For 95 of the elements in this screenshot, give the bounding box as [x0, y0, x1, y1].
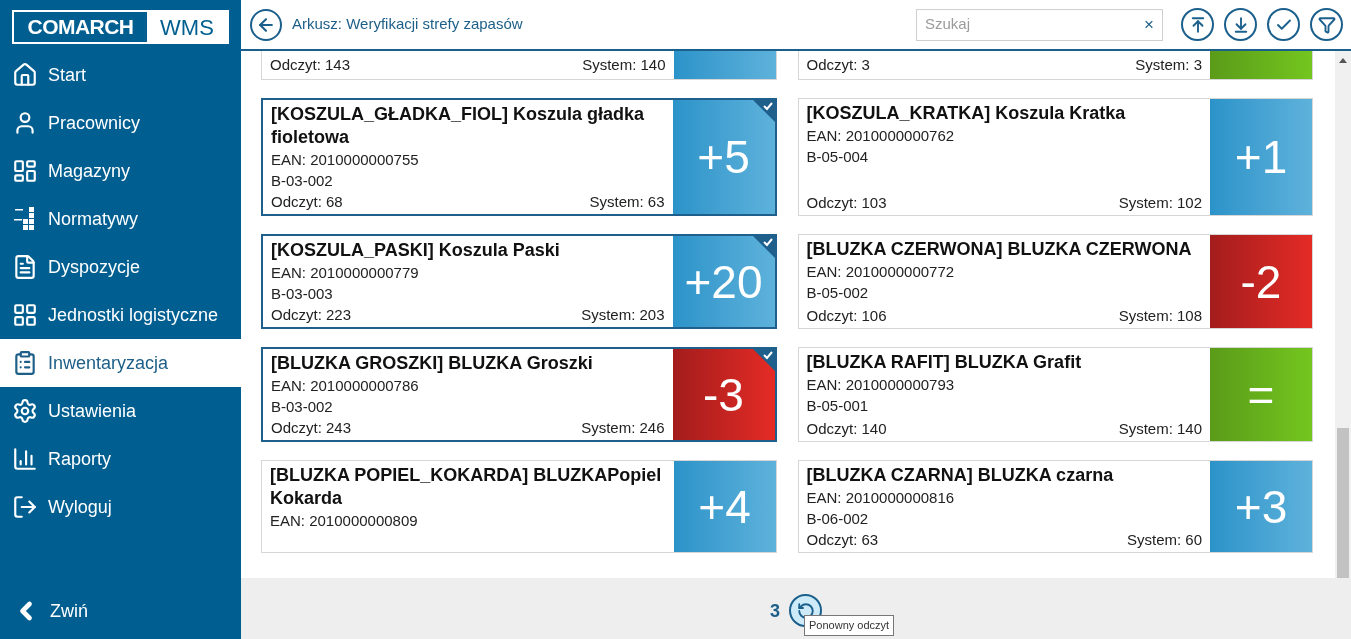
confirm-button[interactable] [1267, 8, 1300, 41]
sidebar-item[interactable]: Raporty [0, 435, 241, 483]
item-title: [BLUZKA CZARNA] BLUZKA czarna [806, 464, 1115, 487]
location-text: B-06-002 [806, 509, 870, 529]
location-text: B-05-002 [806, 283, 870, 303]
reading-text: Odczyt: 243 [271, 418, 352, 438]
ean-text: EAN: 2010000000779 [271, 263, 420, 283]
item-card[interactable]: [BLUZKA CZERWONA] BLUZKA CZERWONA EAN: 2010000000772 B-05-002 Odczyt: 106 System: 108 -2 [797, 234, 1313, 329]
check-corner-icon [752, 349, 775, 371]
count-text: 3 [770, 600, 780, 623]
item-card[interactable]: Odczyt: 3 System: 3 [797, 51, 1313, 80]
sidebar-item[interactable]: Ustawienia [0, 387, 241, 435]
refresh-icon [796, 601, 815, 620]
sidebar-item[interactable]: Normatywy [0, 195, 241, 243]
item-title: [BLUZKA GROSZKI] BLUZKA Groszki [271, 352, 594, 375]
system-text: System: 203 [581, 305, 665, 325]
location-text: B-05-001 [806, 396, 870, 416]
reading-text: Odczyt: 68 [271, 192, 343, 212]
sidebar-item[interactable]: Pracownicy [0, 99, 241, 147]
reading-text: Odczyt: 140 [806, 419, 887, 439]
reading-text: Odczyt: 103 [806, 193, 887, 213]
system-text: System: 3 [1135, 55, 1202, 75]
location-text: B-05-004 [806, 147, 870, 167]
item-title: [KOSZULA_KRATKA] Koszula Kratka [806, 102, 1127, 125]
location-text: B-03-002 [271, 397, 334, 417]
ean-text: EAN: 2010000000755 [271, 150, 420, 170]
item-card[interactable]: [BLUZKA POPIEL_KOKARDA] BLUZKAPopiel Kokarda EAN: 2010000000809 +4 [261, 460, 777, 553]
item-title: [BLUZKA POPIEL_KOKARDA] BLUZKAPopiel Kokarda [270, 464, 663, 510]
sidebar-item[interactable]: Jednostki logistyczne [0, 291, 241, 339]
system-text: System: 102 [1118, 193, 1202, 213]
clipboard-icon [12, 350, 38, 376]
difference-value: +5 [697, 134, 750, 180]
tooltip: Ponowny odczyt [804, 615, 895, 636]
location-text: B-03-002 [271, 171, 334, 191]
scrollbar[interactable] [1335, 51, 1351, 578]
clear-button[interactable]: × [1144, 11, 1154, 38]
item-card[interactable]: [BLUZKA RAFIT] BLUZKA Grafit EAN: 2010000000793 B-05-001 Odczyt: 140 System: 140 = [797, 347, 1313, 442]
item-title: [BLUZKA RAFIT] BLUZKA Grafit [806, 351, 1083, 374]
sidebar-item[interactable]: Wyloguj [0, 483, 241, 531]
logo: COMARCH WMS [12, 10, 229, 44]
sidebar-item[interactable]: Dyspozycje [0, 243, 241, 291]
document-icon [12, 254, 38, 280]
sidebar-item[interactable]: Start [0, 51, 241, 99]
check-corner-icon [752, 236, 775, 258]
home-icon [12, 62, 38, 88]
reading-text: Odczyt: 106 [806, 306, 887, 326]
reading-text: Odczyt: 3 [806, 55, 870, 75]
reading-text: Odczyt: 63 [806, 530, 879, 550]
bar-chart-icon [12, 446, 38, 472]
ean-text: EAN: 2010000000816 [806, 488, 956, 508]
collapse-button[interactable]: Zwiń [0, 591, 241, 631]
item-title: [BLUZKA CZERWONA] BLUZKA CZERWONA [806, 238, 1193, 261]
filter-icon [1317, 15, 1336, 34]
item-title: [KOSZULA_PASKI] Koszula Paski [271, 239, 561, 262]
item-card[interactable]: [KOSZULA_PASKI] Koszula Paski EAN: 2010000000779 B-03-003 Odczyt: 223 System: 203 +20 [261, 234, 777, 329]
settings-icon [12, 398, 38, 424]
system-text: System: 60 [1126, 530, 1202, 550]
system-text: System: 246 [581, 418, 665, 438]
ean-text: EAN: 2010000000762 [806, 126, 956, 146]
difference-value: -3 [703, 371, 744, 418]
difference-value: +3 [1234, 483, 1288, 530]
search-field[interactable]: Szukaj × [916, 8, 1163, 41]
item-card[interactable]: [BLUZKA GROSZKI] BLUZKA Groszki EAN: 2010000000786 B-03-002 Odczyt: 243 System: 246 -3 [261, 347, 777, 442]
location-text: B-03-003 [271, 284, 334, 304]
ean-text: EAN: 2010000000793 [806, 375, 956, 395]
door-icon [12, 494, 38, 520]
item-card[interactable]: [KOSZULA_KRATKA] Koszula Kratka EAN: 2010000000762 B-05-004 Odczyt: 103 System: 102 +1 [797, 98, 1313, 216]
item-title: [KOSZULA_GŁADKA_FIOL] Koszula gładka fioletowa [271, 103, 646, 149]
reading-text: Odczyt: 143 [270, 55, 351, 75]
system-text: System: 140 [1118, 419, 1202, 439]
system-text: System: 108 [1118, 306, 1202, 326]
page-title: Arkusz: Weryfikacji strefy zapasów [292, 14, 524, 35]
item-card[interactable]: Odczyt: 143 System: 140 [261, 51, 777, 80]
difference-value: +1 [1234, 134, 1288, 180]
item-card[interactable]: [KOSZULA_GŁADKA_FIOL] Koszula gładka fioletowa EAN: 2010000000755 B-03-002 Odczyt: 68 System: 63 +5 [261, 98, 777, 216]
pallet-icon [12, 302, 38, 328]
ean-text: EAN: 2010000000772 [806, 262, 956, 282]
system-text: System: 140 [582, 55, 666, 75]
sidebar-item[interactable]: Inwentaryzacja [0, 339, 241, 387]
download-button[interactable] [1224, 8, 1257, 41]
difference-value: +20 [684, 258, 763, 305]
reading-text: Odczyt: 223 [271, 305, 352, 325]
ean-text: EAN: 2010000000809 [270, 511, 419, 531]
difference-value: -2 [1240, 258, 1282, 305]
system-text: System: 63 [589, 192, 665, 212]
difference-value: = [1247, 371, 1275, 418]
upload-button[interactable] [1181, 8, 1214, 41]
filter-button[interactable] [1310, 8, 1343, 41]
grid-icon [12, 158, 38, 184]
back-button[interactable] [250, 8, 282, 41]
ean-text: EAN: 2010000000786 [271, 376, 420, 396]
difference-value: +4 [698, 483, 751, 530]
check-corner-icon [752, 100, 775, 122]
sidebar-item[interactable]: Magazyny [0, 147, 241, 195]
item-card[interactable]: [BLUZKA CZARNA] BLUZKA czarna EAN: 2010000000816 B-06-002 Odczyt: 63 System: 60 +3 [797, 460, 1313, 553]
